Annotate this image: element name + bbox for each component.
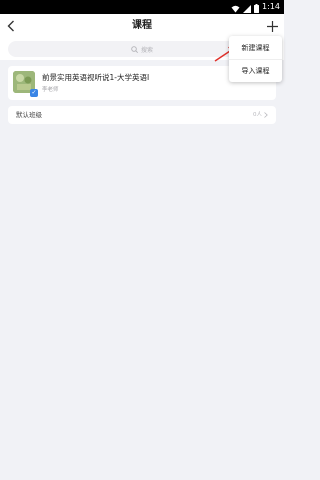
class-name: 默认班级 [16,111,42,119]
nav-bar: 课程 [0,14,284,38]
status-icons: 1:14 [231,1,280,13]
add-menu-popup: 新建课程 导入课程 [229,36,282,82]
menu-item-import-course[interactable]: 导入课程 [229,60,282,82]
page-title: 课程 [132,20,152,31]
class-count-group: 0人 [253,106,268,124]
course-badge: ✓ [30,89,38,97]
plus-icon [266,20,278,32]
search-placeholder: 搜索 [140,46,153,54]
course-teacher: 李老师 [42,87,59,93]
menu-item-new-course[interactable]: 新建课程 [229,37,282,59]
chevron-right-icon [264,112,268,118]
class-row[interactable]: 默认班级 0人 [8,106,276,124]
search-icon [131,45,138,53]
status-time: 1:14 [262,2,280,11]
status-bar: 1:14 [0,0,284,14]
add-button[interactable] [264,17,280,35]
class-count: 0人 [253,112,262,118]
